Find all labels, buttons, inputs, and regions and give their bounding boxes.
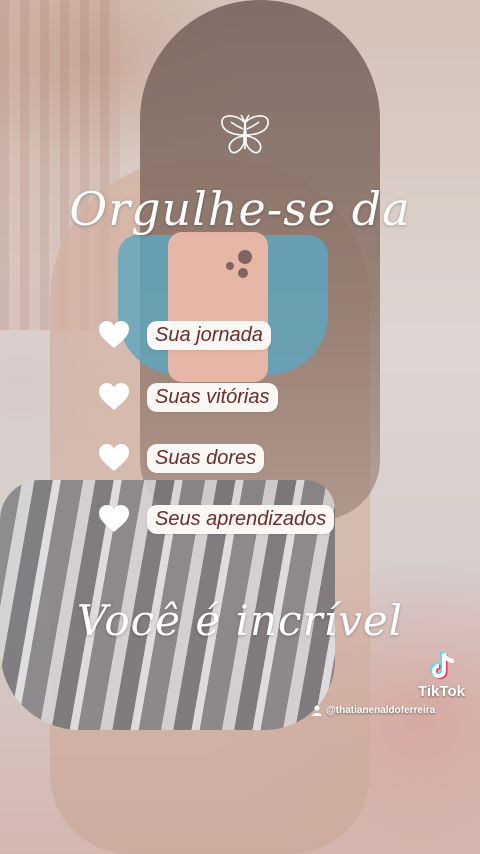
list-item: Suas dores [97,441,265,475]
creator-handle: @thatianenaldoferreira [312,705,435,716]
heart-icon [99,505,129,532]
headline: Orgulhe-se da [69,182,411,236]
butterfly-icon [221,114,269,154]
list-item: Seus aprendizados [97,502,335,536]
heart-icon [99,383,129,410]
item-label: Suas vitórias [147,382,278,412]
list-item: Suas vitórias [97,380,278,414]
item-label: Sua jornada [147,320,271,350]
heart-icon [99,321,129,348]
item-label: Suas dores [147,443,265,473]
user-icon [312,705,322,716]
item-label: Seus aprendizados [147,504,335,534]
tiktok-brand: TikTok [418,683,465,700]
closing-text: Você é incrível [76,596,404,645]
handle-text: @thatianenaldoferreira [326,705,436,716]
tiktok-logo-icon [430,652,455,679]
list-item: Sua jornada [97,318,271,352]
heart-icon [99,444,129,471]
